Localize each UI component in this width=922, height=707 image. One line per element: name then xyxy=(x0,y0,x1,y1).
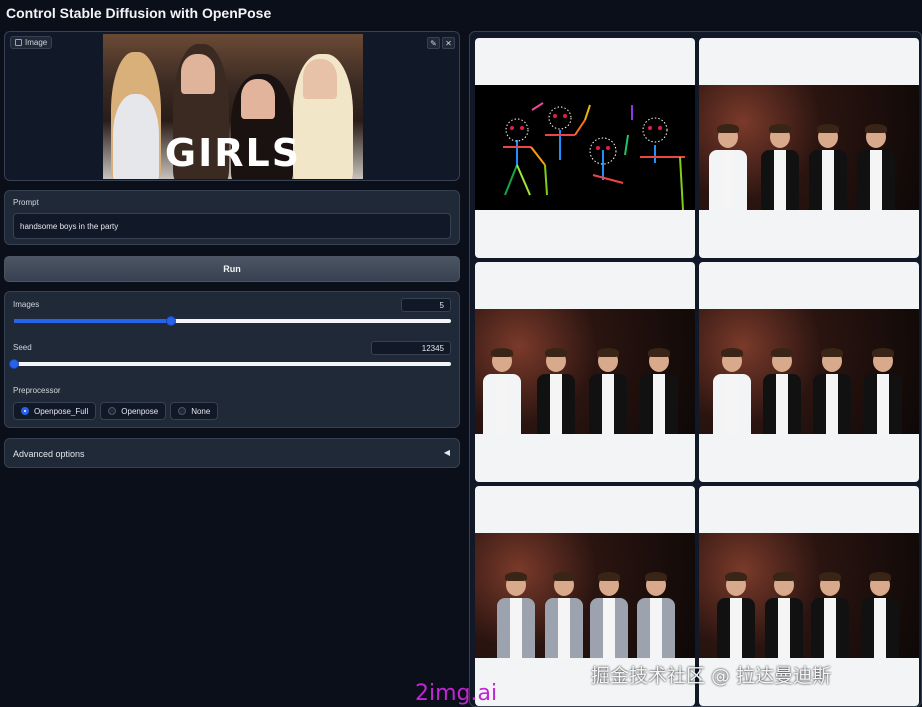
image-icon xyxy=(15,39,22,46)
generated-image xyxy=(699,533,919,658)
watermark-juejin: 掘金技术社区 @ 拉达曼迪斯 xyxy=(591,665,832,687)
radio-openpose[interactable]: Openpose xyxy=(100,402,167,420)
seed-slider[interactable] xyxy=(9,359,451,369)
images-number-input[interactable]: 5 xyxy=(401,298,451,312)
pencil-icon[interactable]: ✎ xyxy=(427,37,440,49)
radio-openpose-full[interactable]: Openpose_Full xyxy=(13,402,97,420)
radio-label: None xyxy=(191,406,211,416)
gallery-tile-pose-map[interactable] xyxy=(475,38,695,258)
radio-selected-icon xyxy=(21,407,29,415)
seed-label: Seed xyxy=(13,343,32,352)
images-slider-fill xyxy=(14,319,172,323)
output-gallery xyxy=(469,31,922,707)
generated-image xyxy=(699,85,919,210)
generated-image xyxy=(475,533,695,658)
gallery-tile-4[interactable] xyxy=(699,262,919,482)
generated-image xyxy=(475,309,695,434)
images-label: Images xyxy=(13,300,40,309)
collapse-arrow-icon[interactable]: ◀ xyxy=(444,448,450,457)
radio-label: Openpose_Full xyxy=(34,406,89,416)
gallery-tile-3[interactable] xyxy=(475,262,695,482)
radio-icon xyxy=(178,407,187,415)
controls-column: Image GIRLS ✎ ✕ Prompt handsome boys in … xyxy=(0,31,466,707)
input-image[interactable]: GIRLS xyxy=(103,34,363,179)
prompt-input[interactable]: handsome boys in the party xyxy=(13,213,451,239)
controls-panel: Images 5 Seed 12345 Preprocessor Openpos… xyxy=(4,291,460,428)
app-title: Control Stable Diffusion with OpenPose xyxy=(6,5,272,21)
image-input-panel[interactable]: Image GIRLS ✎ ✕ xyxy=(4,31,460,181)
gallery-tile-2[interactable] xyxy=(699,38,919,258)
prompt-panel: Prompt handsome boys in the party xyxy=(4,190,460,245)
radio-label: Openpose xyxy=(121,406,159,416)
seed-number-input[interactable]: 12345 xyxy=(371,341,451,355)
advanced-options-accordion[interactable]: Advanced options ◀ xyxy=(4,438,460,468)
radio-none[interactable]: None xyxy=(170,402,219,420)
images-slider[interactable] xyxy=(14,316,451,326)
girls-title-text: GIRLS xyxy=(164,131,302,175)
preprocessor-radio-group: Openpose_Full Openpose None xyxy=(13,402,219,420)
radio-icon xyxy=(108,407,117,415)
prompt-label: Prompt xyxy=(13,198,39,207)
image-label: Image xyxy=(10,36,53,49)
image-label-text: Image xyxy=(25,38,48,47)
generated-image xyxy=(699,309,919,434)
seed-slider-thumb[interactable] xyxy=(9,359,19,369)
images-slider-thumb[interactable] xyxy=(166,316,177,326)
advanced-options-label: Advanced options xyxy=(13,449,85,459)
close-icon[interactable]: ✕ xyxy=(442,37,455,49)
preprocessor-label: Preprocessor xyxy=(13,386,61,395)
pose-map-image xyxy=(475,85,695,210)
run-button[interactable]: Run xyxy=(4,256,460,282)
watermark-2img: 2img.ai xyxy=(415,681,498,706)
